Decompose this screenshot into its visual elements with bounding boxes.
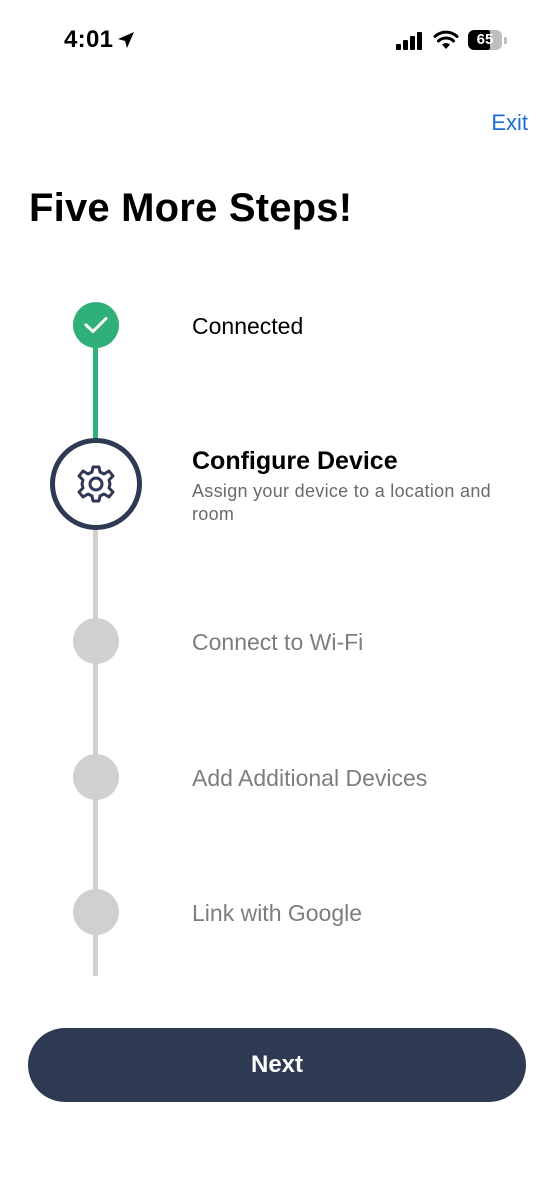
step-label-add-devices: Add Additional Devices	[192, 765, 428, 791]
step-node-add-devices	[73, 754, 119, 800]
step-label-link-google: Link with Google	[192, 900, 363, 926]
step-connector-3	[93, 660, 98, 758]
step-connector-5	[93, 930, 98, 976]
step-connector-2	[93, 528, 98, 622]
checkmark-icon	[84, 317, 108, 333]
step-label-configure-device: Configure Device	[192, 447, 398, 475]
wifi-icon	[433, 30, 459, 49]
battery-level: 65	[476, 31, 494, 48]
step-description-configure-device: Assign your device to a location and roo…	[192, 481, 491, 524]
battery-icon: 65	[468, 30, 502, 50]
step-node-link-google	[73, 889, 119, 935]
step-label-connect-wifi: Connect to Wi-Fi	[192, 629, 364, 655]
step-node-connect-wifi	[73, 618, 119, 664]
exit-link[interactable]: Exit	[491, 110, 528, 136]
setup-steps-screen: 4:01 65 Exit Five More Steps! Connected	[0, 0, 554, 1201]
step-label-connected: Connected	[192, 313, 304, 339]
battery-tip	[504, 37, 507, 44]
status-time: 4:01	[64, 26, 114, 53]
step-connector-1	[93, 344, 98, 444]
next-button[interactable]: Next	[28, 1028, 526, 1102]
step-node-configure-device	[50, 438, 142, 530]
step-connector-4	[93, 796, 98, 892]
page-title: Five More Steps!	[29, 186, 353, 230]
location-arrow-icon	[118, 32, 134, 48]
step-node-connected	[73, 302, 119, 348]
signal-icon	[396, 32, 422, 50]
gear-icon	[77, 465, 115, 503]
